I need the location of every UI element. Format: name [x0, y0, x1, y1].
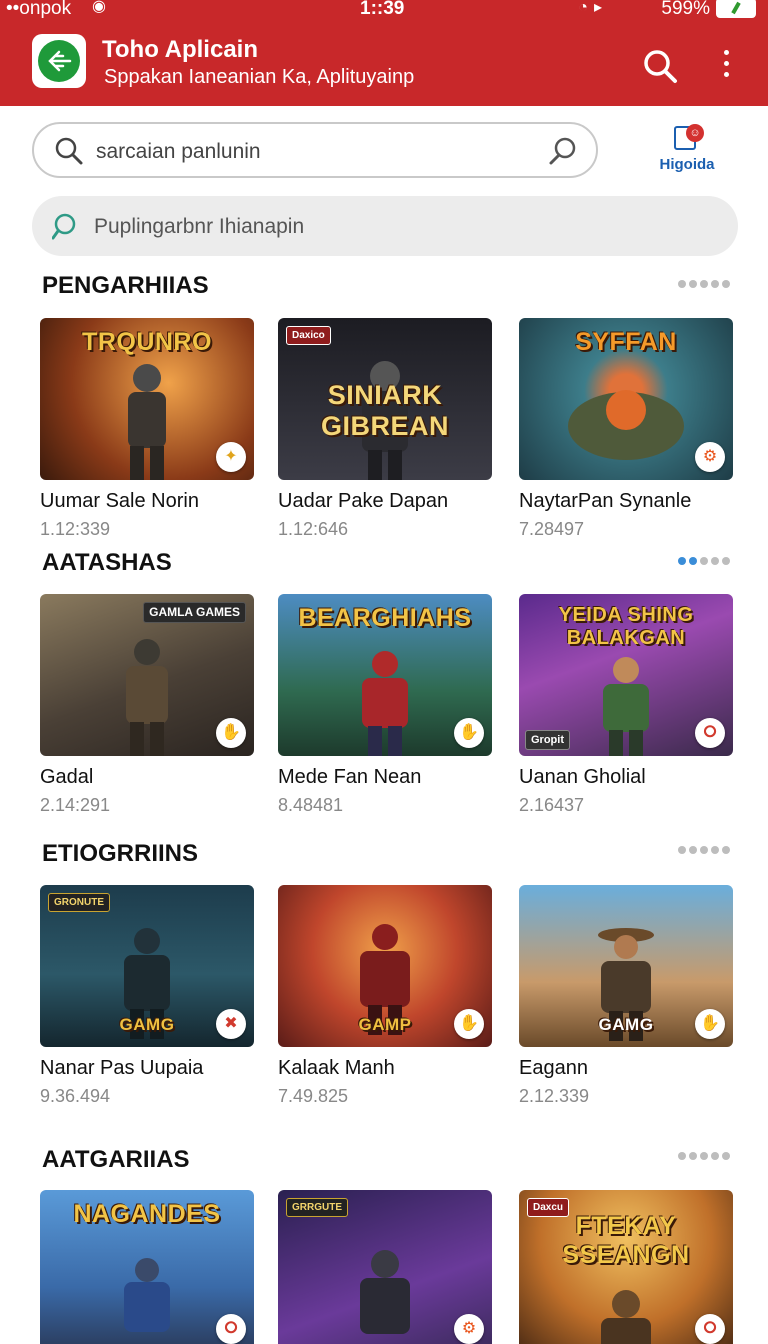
- app-logo[interactable]: [32, 34, 86, 88]
- soldier-figure: [126, 639, 168, 756]
- shortcut-button[interactable]: ☺ Higoida: [652, 124, 722, 180]
- game-thumbnail: GAMP ✋: [278, 885, 492, 1047]
- wifi-icon: ◉: [92, 0, 106, 15]
- clock: 1::39: [360, 0, 405, 19]
- game-card[interactable]: GAMG ✋ Eagann 2.12.339: [519, 885, 733, 1107]
- soldier-figure: [360, 1250, 410, 1334]
- thumbnail-overlay-text: SINIARK GIBREAN: [320, 380, 449, 441]
- game-meta: 2.14:291: [40, 795, 111, 815]
- hand-icon: ✋: [216, 718, 246, 748]
- gear-icon: ⚙: [695, 442, 725, 472]
- section-pager-dots[interactable]: [678, 1152, 734, 1162]
- game-meta: 7.28497: [519, 519, 585, 539]
- game-thumbnail: YEIDA SHING BALAKGAN Gropit ⭘: [519, 594, 733, 756]
- game-name: Uanan Gholial: [519, 766, 646, 788]
- soldier-figure: [362, 651, 408, 756]
- creature-figure: [568, 390, 684, 460]
- soldier-figure: [128, 364, 166, 480]
- search-submit-icon[interactable]: [548, 136, 578, 166]
- game-thumbnail: GRONUTE GAMG ✖: [40, 885, 254, 1047]
- game-card[interactable]: SYFFAN ⚙ NaytarPan Synanle 7.28497: [519, 318, 733, 540]
- game-thumbnail: BEARGHIAHS ✋: [278, 594, 492, 756]
- game-card[interactable]: YEIDA SHING BALAKGAN Gropit ⭘ Uanan Ghol…: [519, 594, 733, 816]
- back-arrow-icon: [48, 50, 72, 72]
- game-card[interactable]: GAMP ✋ Kalaak Manh 7.49.825: [278, 885, 492, 1107]
- game-card[interactable]: NAGANDES ⭘: [40, 1190, 254, 1344]
- search-icon: [52, 213, 76, 240]
- crest-icon: ✦: [216, 442, 246, 472]
- game-thumbnail: GAMG ✋: [519, 885, 733, 1047]
- game-name: Uadar Pake Dapan: [278, 490, 449, 512]
- game-thumbnail: GRRGUTE ⚙: [278, 1190, 492, 1344]
- section-pager-dots[interactable]: [678, 557, 734, 567]
- game-thumbnail: Daxcu FTEKAY SSEANGN ⭘: [519, 1190, 733, 1344]
- game-name: Gadal: [40, 766, 94, 788]
- thumbnail-tag: GAMLA GAMES: [143, 602, 246, 623]
- game-name: Uumar Sale Norin: [40, 490, 199, 512]
- game-thumbnail: NAGANDES ⭘: [40, 1190, 254, 1344]
- thumbnail-tag: GRRGUTE: [286, 1198, 348, 1217]
- game-card[interactable]: TRQUNRO ✦ Uumar Sale Norin 1.12:339: [40, 318, 254, 540]
- soldier-figure: [124, 1258, 170, 1332]
- section-title: ETIOGRRIINS: [42, 840, 199, 867]
- game-card[interactable]: GAMLA GAMES ✋ Gadal 2.14:291: [40, 594, 254, 816]
- game-meta: 9.36.494: [40, 1086, 111, 1106]
- secondary-search-input[interactable]: Puplingarbnr Ihianapin: [32, 196, 738, 256]
- search-icon[interactable]: [642, 48, 678, 84]
- game-meta: 8.48481: [278, 795, 344, 815]
- battery-icon: [716, 0, 756, 18]
- gear-icon: ⚙: [454, 1314, 484, 1344]
- soldier-figure: [603, 657, 649, 756]
- thumbnail-tag: Gropit: [525, 730, 570, 750]
- game-thumbnail: SYFFAN ⚙: [519, 318, 733, 480]
- thumbnail-tag: GRONUTE: [48, 893, 110, 912]
- game-meta: 1.12:646: [278, 519, 349, 539]
- game-meta: 1.12:339: [40, 519, 111, 539]
- hand-icon: ✋: [454, 1009, 484, 1039]
- search-placeholder: sarcaian panlunin: [96, 140, 261, 163]
- game-thumbnail: TRQUNRO ✦: [40, 318, 254, 480]
- game-name: Kalaak Manh: [278, 1057, 395, 1079]
- game-card[interactable]: BEARGHIAHS ✋ Mede Fan Nean 8.48481: [278, 594, 492, 816]
- status-icons: ◔▸: [578, 0, 608, 16]
- crest-icon: ✖: [216, 1009, 246, 1039]
- carrier-label: ••onpok: [6, 0, 72, 19]
- creature-figure: [601, 1290, 651, 1344]
- search-icon: [55, 137, 83, 165]
- game-name: NaytarPan Synanle: [519, 490, 692, 512]
- hand-icon: ✋: [454, 718, 484, 748]
- app-title: Toho Aplicain: [102, 36, 258, 63]
- game-card[interactable]: Daxcu FTEKAY SSEANGN ⭘: [519, 1190, 733, 1344]
- game-thumbnail: GAMLA GAMES ✋: [40, 594, 254, 756]
- game-thumbnail: Daxico SINIARK GIBREAN: [278, 318, 492, 480]
- notification-badge: ☺: [686, 124, 704, 142]
- game-card[interactable]: GRRGUTE ⚙: [278, 1190, 492, 1344]
- shortcut-label: Higoida: [659, 156, 715, 173]
- game-name: Mede Fan Nean: [278, 766, 422, 788]
- game-meta: 7.49.825: [278, 1086, 349, 1106]
- battery-percent: 599%: [661, 0, 710, 19]
- game-meta: 2.16437: [519, 795, 585, 815]
- status-bar: ••onpok ◉ 1::39 ◔▸ 599%: [0, 0, 768, 22]
- secondary-search-placeholder: Puplingarbnr Ihianapin: [94, 215, 305, 238]
- app-header: ••onpok ◉ 1::39 ◔▸ 599% Toho Aplicain Sp…: [0, 0, 768, 106]
- game-name: Eagann: [519, 1057, 588, 1079]
- game-card[interactable]: GRONUTE GAMG ✖ Nanar Pas Uupaia 9.36.494: [40, 885, 254, 1107]
- search-input[interactable]: sarcaian panlunin: [32, 122, 598, 178]
- thumbnail-tag: Daxico: [286, 326, 331, 345]
- section-title: AATGARIIAS: [42, 1146, 190, 1173]
- game-card[interactable]: Daxico SINIARK GIBREAN Uadar Pake Dapan …: [278, 318, 492, 540]
- pin-icon: ⭘: [695, 1314, 725, 1344]
- section-title: AATASHAS: [42, 549, 172, 576]
- section-title: PENGARHIIAS: [42, 272, 209, 299]
- section-pager-dots[interactable]: [678, 846, 734, 856]
- section-pager-dots[interactable]: [678, 280, 734, 290]
- hand-icon: ✋: [695, 1009, 725, 1039]
- game-meta: 2.12.339: [519, 1086, 590, 1106]
- pin-icon: ⭘: [695, 718, 725, 748]
- game-name: Nanar Pas Uupaia: [40, 1057, 204, 1079]
- pin-icon: ⭘: [216, 1314, 246, 1344]
- more-vert-icon[interactable]: [716, 50, 736, 80]
- app-subtitle: Sppakan Ianeanian Ka, Aplituyainp: [104, 66, 415, 88]
